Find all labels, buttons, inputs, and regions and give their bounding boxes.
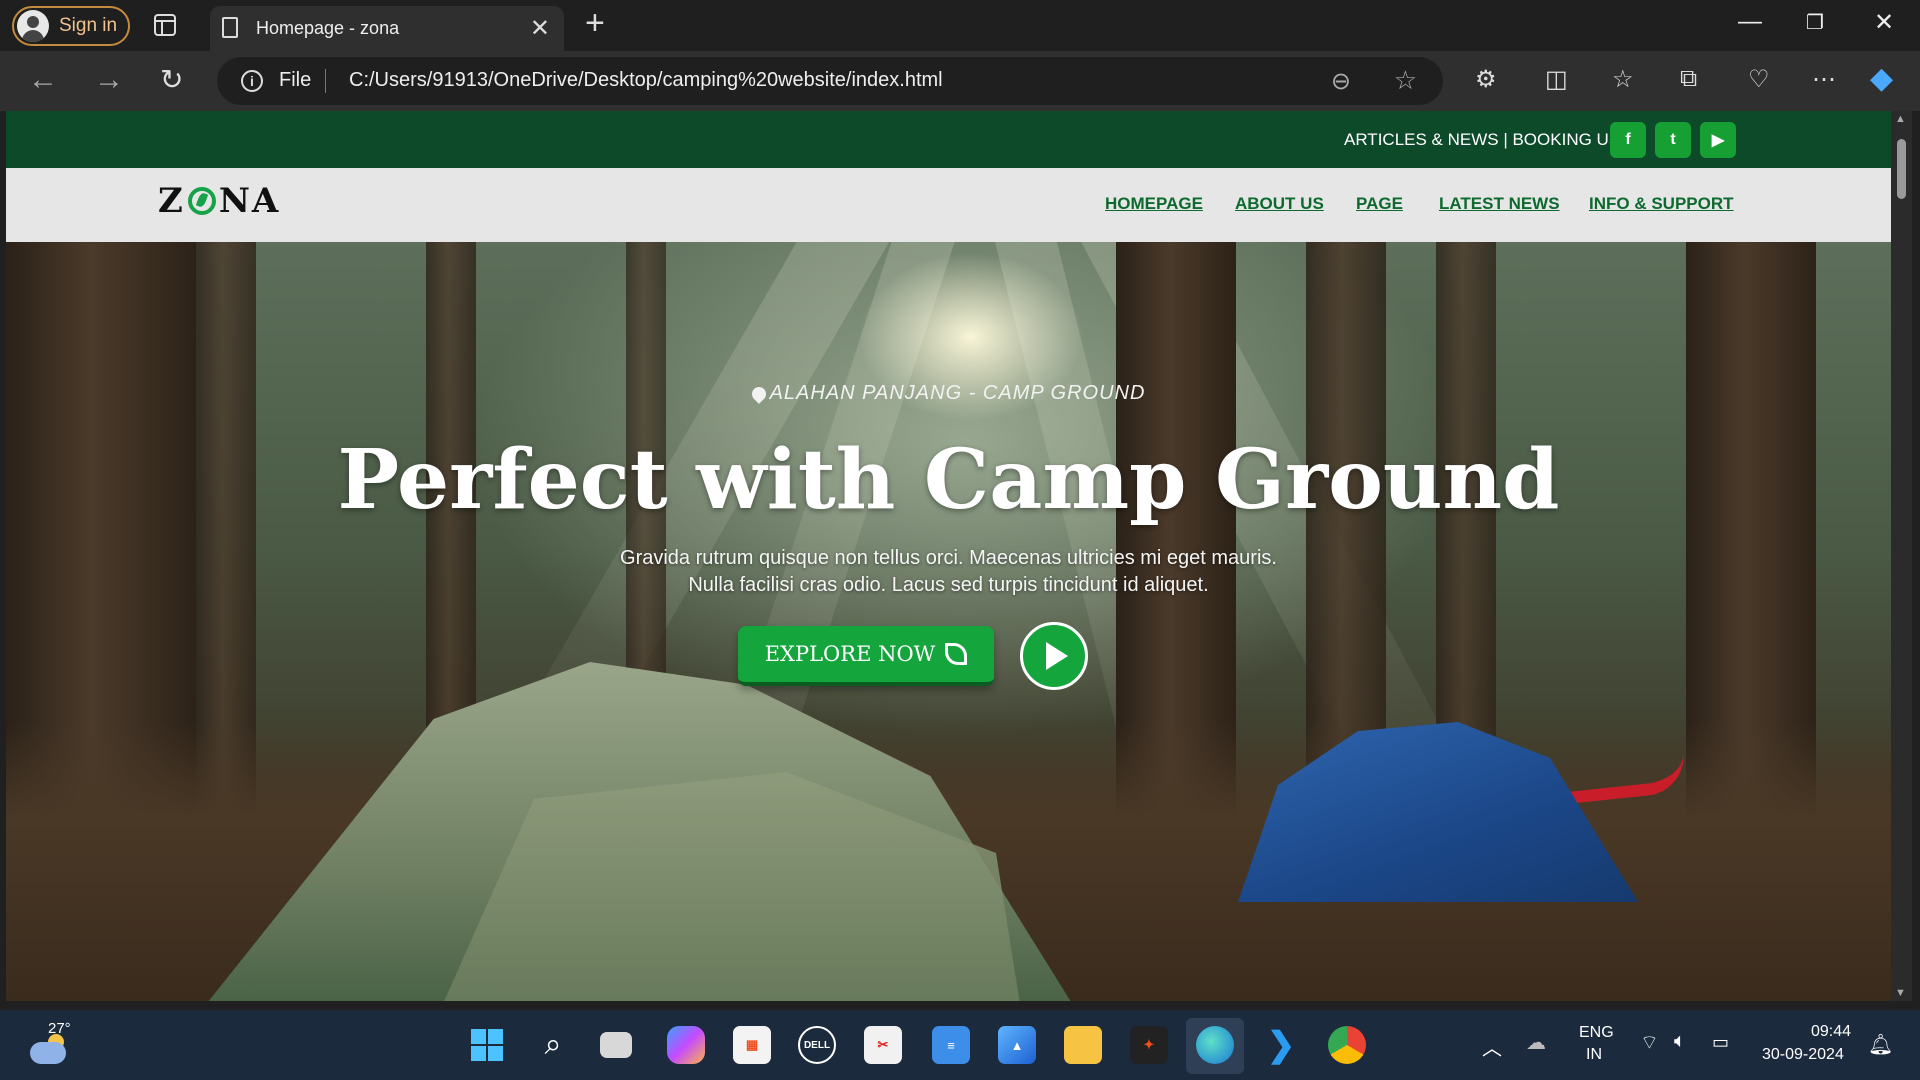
file-explorer-icon[interactable]	[1064, 1026, 1102, 1064]
top-info-bar: ARTICLES & NEWS | BOOKING US f t ▶	[6, 111, 1891, 168]
browser-tab-bar: Sign in Homepage - zona ✕ + — ❐ ✕	[0, 0, 1920, 51]
profile-avatar-icon	[17, 10, 49, 42]
wifi-icon[interactable]: ⌔	[1640, 1030, 1659, 1055]
explore-now-label: EXPLORE NOW	[764, 642, 936, 666]
tab-title: Homepage - zona	[256, 18, 400, 38]
tab-actions-icon[interactable]	[154, 14, 176, 36]
region-code[interactable]: IN	[1586, 1046, 1602, 1064]
site-logo[interactable]: Z NA	[158, 181, 280, 221]
scroll-up-icon[interactable]: ▲	[1895, 113, 1906, 125]
favorite-star-icon[interactable]: ☆	[1394, 65, 1417, 96]
site-info-icon[interactable]: i	[241, 70, 263, 92]
temperature: 27°	[48, 1020, 71, 1037]
notification-bell-icon[interactable]: 🔔︎	[1868, 1032, 1893, 1057]
volume-icon[interactable]: 🔈︎	[1674, 1030, 1686, 1053]
vscode-icon[interactable]: ❯	[1262, 1026, 1300, 1064]
refresh-icon[interactable]: ↻	[160, 63, 183, 96]
hero-pretitle: ALAHAN PANJANG - CAMP GROUND	[6, 382, 1891, 405]
explore-now-button[interactable]: EXPLORE NOW	[738, 626, 994, 686]
youtube-icon[interactable]: ▶	[1700, 122, 1736, 158]
copilot-app-icon[interactable]	[667, 1026, 705, 1064]
leaf-icon	[945, 643, 968, 665]
nav-info-support[interactable]: INFO & SUPPORT	[1589, 194, 1734, 214]
edge-icon[interactable]	[1196, 1026, 1234, 1064]
browser-essentials-icon[interactable]: ♡	[1748, 65, 1770, 94]
taskbar: 27° ⌕ ▦ DELL ✂ ≡ ▲ ✦ ❯ ︿ ☁ ENG IN ⌔ 🔈︎ ▭…	[0, 1010, 1920, 1080]
play-video-button[interactable]	[1020, 622, 1088, 690]
show-hidden-icons-icon[interactable]: ︿	[1482, 1032, 1502, 1061]
address-bar[interactable]: i File C:/Users/91913/OneDrive/Desktop/c…	[217, 57, 1443, 105]
main-navigation: Z NA HOMEPAGE ABOUT US PAGE LATEST NEWS …	[6, 168, 1891, 242]
page-icon	[222, 17, 238, 38]
page-scrollbar[interactable]: ▲ ▼	[1891, 111, 1912, 1001]
close-tab-icon[interactable]: ✕	[530, 14, 550, 43]
favorites-icon[interactable]: ☆	[1612, 65, 1634, 94]
sign-in-button[interactable]: Sign in	[12, 6, 130, 46]
logo-letter-z: Z	[158, 181, 185, 221]
start-icon[interactable]	[468, 1026, 506, 1064]
photos-icon[interactable]: ▲	[998, 1026, 1036, 1064]
nav-homepage[interactable]: HOMEPAGE	[1105, 194, 1203, 214]
hero-description-line: Gravida rutrum quisque non tellus orci. …	[620, 547, 1277, 569]
location-pin-icon	[748, 383, 769, 404]
logo-letters: NA	[218, 181, 281, 221]
page-viewport: ARTICLES & NEWS | BOOKING US f t ▶ Z NA …	[6, 111, 1891, 1001]
forward-icon[interactable]: →	[94, 63, 124, 97]
new-tab-icon[interactable]: +	[585, 4, 605, 43]
microsoft-store-icon[interactable]: ▦	[733, 1026, 771, 1064]
scroll-down-icon[interactable]: ▼	[1895, 987, 1906, 999]
hero-section: ALAHAN PANJANG - CAMP GROUND Perfect wit…	[6, 242, 1891, 1001]
clock-time[interactable]: 09:44	[1811, 1023, 1851, 1041]
url-text[interactable]: C:/Users/91913/OneDrive/Desktop/camping%…	[349, 69, 943, 92]
address-separator	[325, 69, 326, 93]
hero-content: ALAHAN PANJANG - CAMP GROUND Perfect wit…	[6, 242, 1891, 1001]
nav-page[interactable]: PAGE	[1356, 194, 1403, 214]
copilot-icon[interactable]: ◆	[1870, 61, 1893, 96]
extensions-icon[interactable]: ⚙	[1475, 65, 1497, 94]
hero-headline: Perfect with Camp Ground	[337, 432, 1560, 528]
split-screen-icon[interactable]: ◫	[1545, 65, 1568, 94]
twitter-icon[interactable]: t	[1655, 122, 1691, 158]
close-window-icon[interactable]: ✕	[1874, 8, 1894, 37]
nav-about-us[interactable]: ABOUT US	[1235, 194, 1324, 214]
more-menu-icon[interactable]: ⋯	[1812, 65, 1836, 94]
sign-in-label: Sign in	[59, 15, 118, 36]
zoom-out-icon[interactable]: ⊖	[1331, 67, 1351, 96]
hero-description-line: Nulla facilisi cras odio. Lacus sed turp…	[688, 574, 1209, 596]
topbar-links[interactable]: ARTICLES & NEWS | BOOKING US	[1344, 130, 1620, 150]
task-view-icon[interactable]	[600, 1032, 632, 1058]
clock-date[interactable]: 30-09-2024	[1762, 1046, 1844, 1064]
restore-icon[interactable]: ❐	[1806, 10, 1824, 35]
nav-latest-news[interactable]: LATEST NEWS	[1439, 194, 1560, 214]
file-scheme-label: File	[279, 69, 312, 91]
leaf-compass-icon	[187, 187, 216, 215]
hero-description: Gravida rutrum quisque non tellus orci. …	[6, 545, 1891, 599]
search-icon[interactable]: ⌕	[534, 1026, 572, 1064]
battery-icon[interactable]: ▭	[1712, 1032, 1729, 1053]
notepad-icon[interactable]: ≡	[932, 1026, 970, 1064]
address-toolbar: ← → ↻ i File C:/Users/91913/OneDrive/Des…	[0, 51, 1920, 111]
browser-tab-active[interactable]: Homepage - zona ✕	[210, 6, 564, 51]
facebook-icon[interactable]: f	[1610, 122, 1646, 158]
dell-icon[interactable]: DELL	[798, 1026, 836, 1064]
minimize-icon[interactable]: —	[1738, 8, 1762, 36]
back-icon[interactable]: ←	[28, 63, 58, 97]
figma-icon[interactable]: ✦	[1130, 1026, 1168, 1064]
collections-icon[interactable]: ⧉	[1680, 65, 1697, 93]
language-code[interactable]: ENG	[1579, 1024, 1614, 1042]
cloud-icon	[30, 1042, 66, 1064]
scrollbar-thumb[interactable]	[1897, 139, 1906, 199]
onedrive-icon[interactable]: ☁	[1526, 1030, 1546, 1055]
chrome-icon[interactable]	[1328, 1026, 1366, 1064]
snipping-tool-icon[interactable]: ✂	[864, 1026, 902, 1064]
hero-location: ALAHAN PANJANG - CAMP GROUND	[769, 382, 1146, 404]
